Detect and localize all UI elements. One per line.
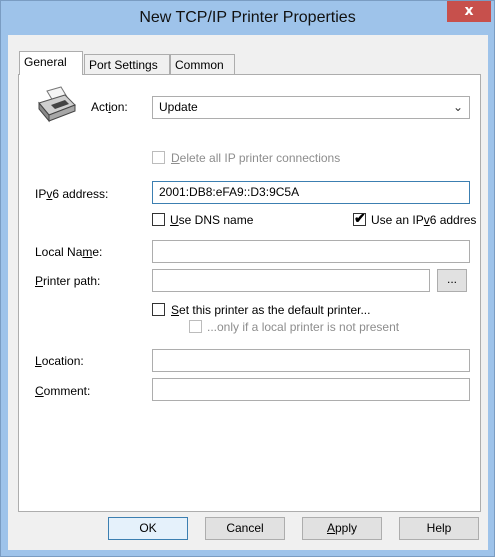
tab-port-settings-label: Port Settings — [89, 58, 158, 72]
close-button[interactable]: x — [447, 1, 491, 22]
printer-path-label: Printer path: — [35, 274, 101, 288]
action-select[interactable]: Update ⌄ — [152, 96, 470, 119]
window-title: New TCP/IP Printer Properties — [139, 9, 356, 26]
cancel-button[interactable]: Cancel — [205, 517, 285, 540]
only-if-local-checkbox[interactable] — [189, 320, 202, 333]
set-default-printer-label: Set this printer as the default printer.… — [171, 303, 371, 317]
window-frame-right — [488, 35, 494, 556]
use-ipv6-label: Use an IPv6 addres — [371, 213, 477, 227]
delete-all-checkbox[interactable] — [152, 151, 165, 164]
action-label: Action: — [91, 100, 128, 114]
delete-all-label: Delete all IP printer connections — [171, 151, 341, 165]
ok-button[interactable]: OK — [108, 517, 188, 540]
tab-general-label: General — [24, 55, 67, 69]
ipv6-address-value: 2001:DB8:eFA9::D3:9C5A — [159, 185, 300, 199]
properties-dialog: New TCP/IP Printer Properties x General … — [0, 0, 495, 557]
tab-general[interactable]: General — [19, 51, 83, 75]
printer-icon — [35, 85, 79, 125]
chevron-down-icon: ⌄ — [452, 100, 463, 114]
checkmark-icon: ✔ — [354, 210, 366, 226]
local-name-input[interactable] — [152, 240, 470, 263]
use-ipv6-checkbox[interactable]: ✔ — [353, 210, 366, 226]
use-dns-label: Use DNS name — [170, 213, 254, 227]
window-frame-bottom — [1, 550, 494, 556]
ipv6-address-label: IPv6 address: — [35, 187, 109, 201]
general-tab-panel — [18, 74, 481, 512]
window-frame-left — [1, 35, 8, 556]
location-label: Location: — [35, 354, 84, 368]
local-name-label: Local Name: — [35, 245, 103, 259]
tab-port-settings[interactable]: Port Settings — [84, 54, 170, 75]
tab-common-label: Common — [175, 58, 224, 72]
comment-label: Comment: — [35, 384, 91, 398]
set-default-printer-checkbox[interactable] — [152, 303, 165, 316]
use-dns-checkbox[interactable] — [152, 213, 165, 226]
ipv6-address-input[interactable]: 2001:DB8:eFA9::D3:9C5A — [152, 181, 470, 204]
browse-button[interactable]: ... — [437, 269, 467, 292]
tab-common[interactable]: Common — [170, 54, 235, 75]
only-if-local-label: ...only if a local printer is not presen… — [207, 320, 400, 334]
title-bar[interactable]: New TCP/IP Printer Properties x — [1, 1, 494, 35]
location-input[interactable] — [152, 349, 470, 372]
comment-input[interactable] — [152, 378, 470, 401]
printer-path-input[interactable] — [152, 269, 430, 292]
action-select-value: Update — [159, 100, 198, 114]
help-button[interactable]: Help — [399, 517, 479, 540]
apply-button[interactable]: Apply — [302, 517, 382, 540]
